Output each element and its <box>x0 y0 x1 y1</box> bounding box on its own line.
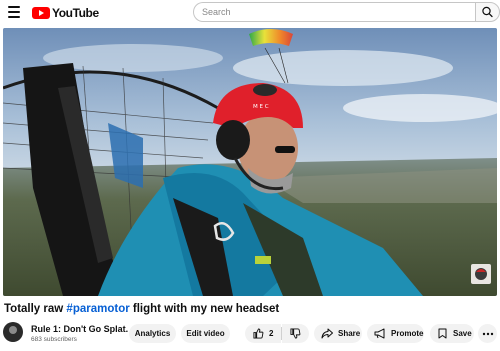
dislike-button[interactable] <box>282 324 309 343</box>
like-count: 2 <box>269 329 274 338</box>
promote-button[interactable]: Promote <box>367 324 424 343</box>
top-bar: YouTube <box>0 0 500 26</box>
menu-icon[interactable] <box>8 6 20 18</box>
video-frame: M E C <box>3 28 497 296</box>
helmet-lettering: M E C <box>253 104 269 110</box>
share-icon <box>321 328 333 339</box>
more-actions-button[interactable] <box>478 324 497 343</box>
hashtag-link[interactable]: #paramotor <box>66 303 129 315</box>
logo-text: YouTube <box>52 6 99 20</box>
title-text-suffix: flight with my new headset <box>129 303 280 315</box>
video-player[interactable]: M E C <box>3 28 497 296</box>
channel-name[interactable]: Rule 1: Don't Go Splat. <box>31 324 128 334</box>
search-input[interactable] <box>202 7 475 17</box>
avatar-image <box>9 326 17 334</box>
like-button[interactable]: 2 <box>245 324 281 343</box>
subscriber-count: 683 subscribers <box>31 336 77 343</box>
youtube-logo-icon <box>32 7 50 19</box>
video-title: Totally raw #paramotor flight with my ne… <box>4 303 279 315</box>
save-button[interactable]: Save <box>430 324 474 343</box>
watermark-icon <box>475 268 487 280</box>
youtube-logo[interactable]: YouTube <box>32 5 99 21</box>
avatar[interactable] <box>3 322 23 342</box>
share-button[interactable]: Share <box>314 324 362 343</box>
search-box[interactable] <box>193 2 475 22</box>
save-label: Save <box>453 329 472 338</box>
thumbs-up-icon <box>253 328 264 339</box>
search-button[interactable] <box>475 2 500 22</box>
bookmark-icon <box>438 328 447 339</box>
share-label: Share <box>338 329 361 338</box>
title-text-prefix: Totally raw <box>4 303 67 315</box>
edit-video-button[interactable]: Edit video <box>181 324 230 343</box>
search-icon <box>482 6 493 18</box>
promote-label: Promote <box>391 329 424 338</box>
channel-watermark[interactable] <box>471 264 491 284</box>
more-horizontal-icon <box>482 332 493 335</box>
thumbs-down-icon <box>290 328 301 339</box>
analytics-button[interactable]: Analytics <box>129 324 176 343</box>
megaphone-icon <box>374 328 385 339</box>
